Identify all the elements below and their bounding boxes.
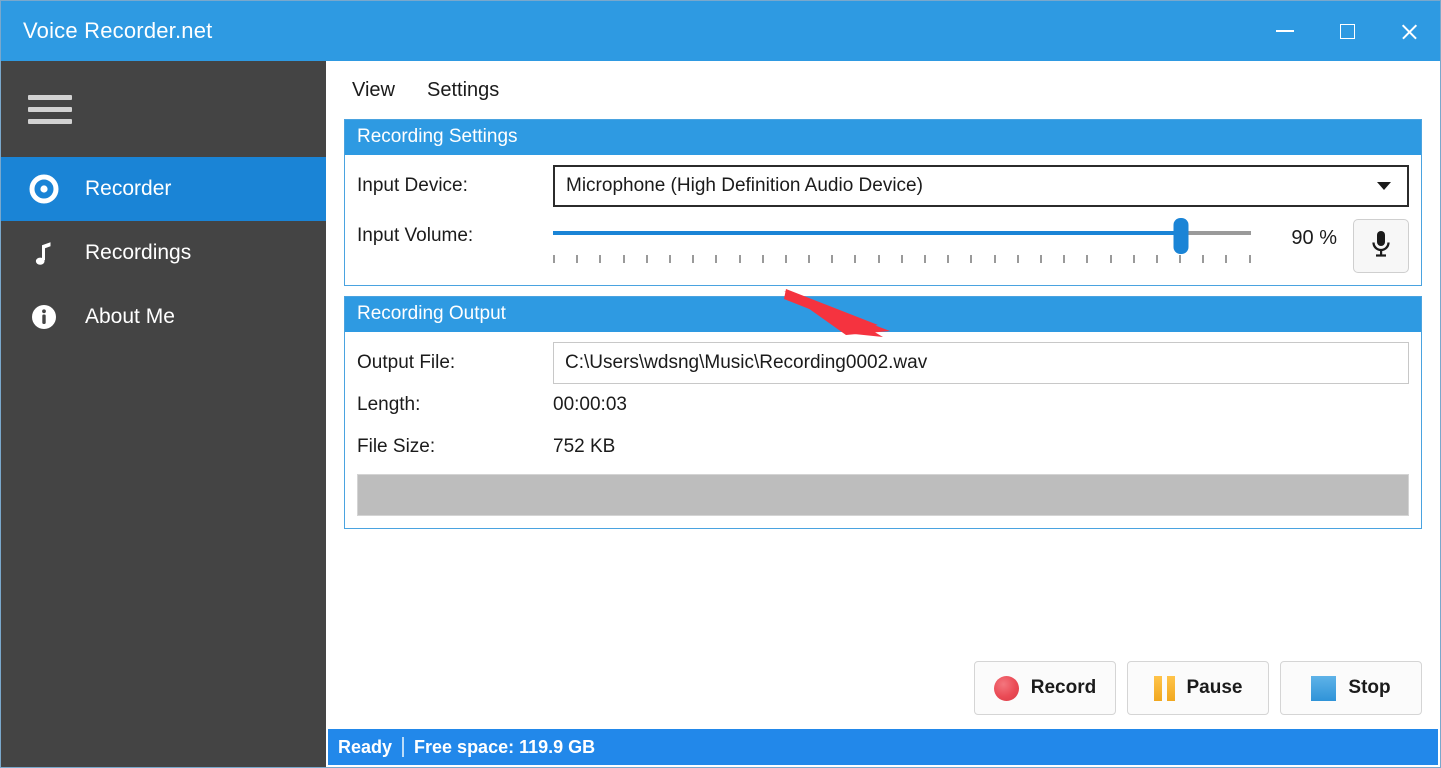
sidebar-item-about-me[interactable]: About Me	[1, 285, 326, 349]
output-file-label: Output File:	[357, 352, 553, 374]
file-size-row: File Size: 752 KB	[357, 426, 1409, 468]
slider-track-fill	[553, 231, 1181, 235]
sidebar-item-label: Recordings	[85, 241, 191, 265]
file-size-label: File Size:	[357, 436, 553, 458]
sidebar-item-recordings[interactable]: Recordings	[1, 221, 326, 285]
title-bar: Voice Recorder.net	[1, 1, 1440, 61]
input-device-combobox[interactable]: Microphone (High Definition Audio Device…	[553, 165, 1409, 207]
status-bar: Ready Free space: 119.9 GB	[328, 729, 1438, 765]
stop-button[interactable]: Stop	[1280, 661, 1422, 715]
window-controls	[1254, 1, 1440, 61]
sidebar: Recorder Recordings	[1, 61, 326, 767]
sidebar-item-recorder[interactable]: Recorder	[1, 157, 326, 221]
slider-thumb[interactable]	[1174, 218, 1189, 254]
microphone-icon	[1368, 229, 1394, 264]
slider-ticks	[553, 255, 1251, 263]
length-label: Length:	[357, 394, 553, 416]
close-icon	[1400, 22, 1419, 41]
hamburger-icon-bar	[28, 107, 72, 112]
length-value: 00:00:03	[553, 394, 627, 416]
transport-controls: Record Pause Stop	[974, 661, 1422, 715]
hamburger-menu-button[interactable]	[1, 61, 326, 157]
sidebar-item-label: Recorder	[85, 177, 171, 201]
window-title: Voice Recorder.net	[1, 18, 213, 44]
maximize-icon	[1340, 24, 1355, 39]
stop-button-label: Stop	[1348, 677, 1390, 699]
microphone-test-button[interactable]	[1353, 219, 1409, 273]
input-volume-label: Input Volume:	[357, 217, 553, 247]
recording-settings-group: Recording Settings Input Device: Microph…	[344, 119, 1422, 286]
input-device-row: Input Device: Microphone (High Definitio…	[357, 165, 1409, 207]
recording-output-body: Output File: C:\Users\wdsng\Music\Record…	[345, 332, 1421, 528]
menu-item-settings[interactable]: Settings	[416, 74, 510, 107]
hamburger-icon-bar	[28, 95, 72, 100]
chevron-down-icon	[1377, 182, 1391, 190]
music-note-icon	[29, 237, 69, 269]
input-device-value: Microphone (High Definition Audio Device…	[566, 175, 1377, 197]
maximize-button[interactable]	[1316, 1, 1378, 61]
pause-button[interactable]: Pause	[1127, 661, 1269, 715]
recording-output-title: Recording Output	[345, 297, 1421, 332]
panes: Recording Settings Input Device: Microph…	[326, 119, 1440, 729]
input-volume-slider[interactable]	[553, 217, 1251, 267]
input-device-label: Input Device:	[357, 175, 553, 197]
info-icon	[29, 301, 69, 333]
status-separator	[402, 737, 404, 757]
input-volume-value: 90 %	[1257, 217, 1337, 250]
output-file-input[interactable]: C:\Users\wdsng\Music\Recording0002.wav	[553, 342, 1409, 384]
audio-level-meter	[357, 474, 1409, 516]
record-button[interactable]: Record	[974, 661, 1116, 715]
sidebar-item-label: About Me	[85, 305, 175, 329]
stop-icon	[1311, 676, 1336, 701]
file-size-value: 752 KB	[553, 436, 615, 458]
menu-bar: View Settings	[326, 61, 1440, 119]
output-file-row: Output File: C:\Users\wdsng\Music\Record…	[357, 342, 1409, 384]
input-volume-row: Input Volume: 90 %	[357, 217, 1409, 273]
minimize-icon	[1276, 30, 1294, 32]
hamburger-icon-bar	[28, 119, 72, 124]
record-button-label: Record	[1031, 677, 1096, 699]
close-button[interactable]	[1378, 1, 1440, 61]
minimize-button[interactable]	[1254, 1, 1316, 61]
app-window: Voice Recorder.net	[0, 0, 1441, 768]
recording-output-group: Recording Output Output File: C:\Users\w…	[344, 296, 1422, 529]
window-body: Recorder Recordings	[1, 61, 1440, 767]
pause-icon	[1154, 676, 1175, 701]
length-row: Length: 00:00:03	[357, 384, 1409, 426]
recording-settings-title: Recording Settings	[345, 120, 1421, 155]
pause-button-label: Pause	[1187, 677, 1243, 699]
status-state: Ready	[338, 737, 392, 758]
record-disc-icon	[29, 173, 69, 205]
record-icon	[994, 676, 1019, 701]
output-file-value: C:\Users\wdsng\Music\Recording0002.wav	[565, 352, 927, 374]
status-free-space: Free space: 119.9 GB	[414, 737, 595, 758]
menu-item-view[interactable]: View	[341, 74, 406, 107]
recording-settings-body: Input Device: Microphone (High Definitio…	[345, 155, 1421, 285]
content-area: View Settings Recording Settings Input D…	[326, 61, 1440, 767]
